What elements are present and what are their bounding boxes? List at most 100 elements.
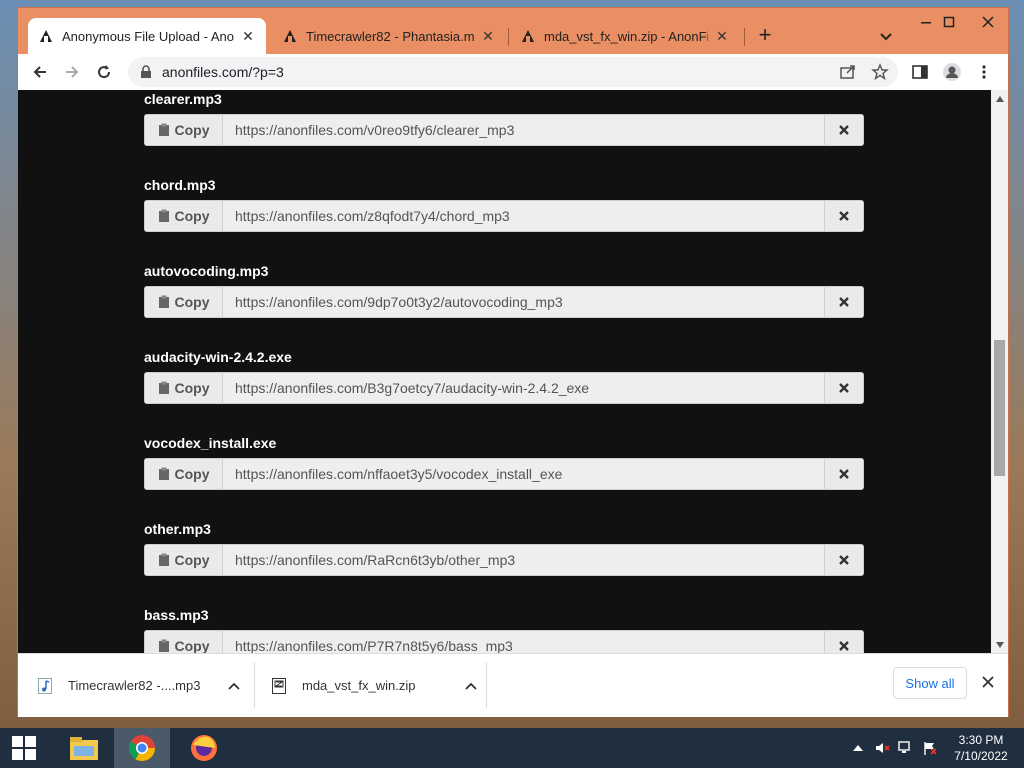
bookmark-star-icon[interactable]: [868, 60, 892, 84]
copy-label: Copy: [174, 380, 210, 396]
chrome-taskbar-icon[interactable]: [114, 728, 170, 768]
system-clock[interactable]: 3:30 PM 7/10/2022: [948, 732, 1014, 764]
firefox-taskbar-icon[interactable]: [176, 728, 232, 768]
close-icon: [839, 297, 849, 307]
tab-timecrawler[interactable]: Timecrawler82 - Phantasia.mp3 - ✕: [272, 18, 506, 54]
scroll-down-arrow-icon[interactable]: [991, 636, 1008, 653]
back-button[interactable]: [28, 60, 52, 84]
link-url-field[interactable]: https://anonfiles.com/B3g7oetcy7/audacit…: [223, 373, 824, 403]
download-item-timecrawler[interactable]: Timecrawler82 -....mp3: [38, 654, 248, 717]
link-url-field[interactable]: https://anonfiles.com/v0reo9tfy6/clearer…: [223, 115, 824, 145]
tab-title: mda_vst_fx_win.zip - AnonFiles: [544, 28, 708, 44]
remove-button[interactable]: [824, 373, 863, 403]
file-entry: other.mp3 Copy https://anonfiles.com/RaR…: [144, 520, 864, 576]
remove-button[interactable]: [824, 287, 863, 317]
show-all-downloads-button[interactable]: Show all: [893, 667, 967, 699]
copy-button[interactable]: Copy: [145, 545, 223, 575]
volume-muted-icon[interactable]: [874, 740, 890, 756]
clipboard-icon: [158, 639, 169, 652]
vertical-scrollbar[interactable]: [991, 90, 1008, 653]
file-name: other.mp3: [144, 521, 211, 537]
new-tab-button[interactable]: +: [753, 24, 777, 46]
file-entry: bass.mp3 Copy https://anonfiles.com/P7R7…: [144, 606, 864, 653]
address-bar[interactable]: anonfiles.com/?p=3: [128, 57, 898, 87]
chevron-up-icon[interactable]: [228, 682, 241, 690]
share-icon[interactable]: [836, 60, 860, 84]
close-icon: [839, 555, 849, 565]
forward-button[interactable]: [60, 60, 84, 84]
clock-time: 3:30 PM: [958, 733, 1004, 747]
tab-anonymous-file-upload[interactable]: Anonymous File Upload - AnonF ✕: [28, 18, 266, 54]
link-url-field[interactable]: https://anonfiles.com/RaRcn6t3yb/other_m…: [223, 545, 824, 575]
download-item-mda-vst-fx-win[interactable]: mda_vst_fx_win.zip: [272, 654, 482, 717]
link-url-field[interactable]: https://anonfiles.com/P7R7n8t5y6/bass_mp…: [223, 631, 824, 653]
reload-icon: [98, 65, 111, 79]
copy-button[interactable]: Copy: [145, 459, 223, 489]
scroll-up-arrow-icon[interactable]: [991, 90, 1008, 107]
link-row: Copy https://anonfiles.com/P7R7n8t5y6/ba…: [144, 630, 864, 653]
file-explorer-icon[interactable]: [56, 728, 112, 768]
tab-separator: [744, 28, 745, 46]
copy-label: Copy: [174, 466, 210, 482]
tab-close-icon[interactable]: ✕: [240, 28, 256, 45]
zip-file-icon: [272, 677, 288, 694]
network-icon[interactable]: [898, 740, 914, 756]
tray-overflow-chevron-up-icon[interactable]: [850, 740, 866, 756]
link-url-field[interactable]: https://anonfiles.com/9dp7o0t3y2/autovoc…: [223, 287, 824, 317]
remove-button[interactable]: [824, 115, 863, 145]
close-icon: [839, 125, 849, 135]
tab-title: Timecrawler82 - Phantasia.mp3 -: [306, 28, 474, 44]
clipboard-icon: [158, 381, 169, 394]
tab-close-icon[interactable]: ✕: [714, 28, 730, 45]
clipboard-icon: [158, 209, 169, 222]
maximize-button[interactable]: [929, 8, 969, 36]
page-content: clearer.mp3 Copy https://anonfiles.com/v…: [18, 90, 991, 653]
copy-label: Copy: [174, 122, 210, 138]
file-name: chord.mp3: [144, 177, 216, 193]
copy-button[interactable]: Copy: [145, 201, 223, 231]
profile-avatar-icon[interactable]: [940, 60, 964, 84]
file-name: vocodex_install.exe: [144, 435, 277, 451]
link-url-field[interactable]: https://anonfiles.com/z8qfodt7y4/chord_m…: [223, 201, 824, 231]
scrollbar-thumb[interactable]: [994, 340, 1005, 476]
copy-button[interactable]: Copy: [145, 115, 223, 145]
close-window-button[interactable]: [968, 8, 1008, 36]
anonfiles-favicon-icon: [282, 28, 298, 44]
file-name: audacity-win-2.4.2.exe: [144, 349, 292, 365]
menu-kebab-icon[interactable]: [972, 60, 996, 84]
copy-button[interactable]: Copy: [145, 373, 223, 403]
remove-button[interactable]: [824, 201, 863, 231]
reload-button[interactable]: [92, 60, 116, 84]
side-panel-icon[interactable]: [908, 60, 932, 84]
browser-toolbar: anonfiles.com/?p=3: [18, 54, 1008, 90]
file-name: autovocoding.mp3: [144, 263, 269, 279]
forward-arrow-icon: [66, 66, 79, 78]
chevron-up-icon[interactable]: [465, 682, 478, 690]
close-download-shelf-icon[interactable]: [978, 672, 998, 692]
link-row: Copy https://anonfiles.com/v0reo9tfy6/cl…: [144, 114, 864, 146]
remove-button[interactable]: [824, 631, 863, 653]
back-arrow-icon: [33, 66, 46, 78]
clipboard-icon: [158, 123, 169, 136]
file-name: clearer.mp3: [144, 91, 222, 107]
remove-button[interactable]: [824, 545, 863, 575]
browser-window: Anonymous File Upload - AnonF ✕ Timecraw…: [18, 8, 1008, 717]
windows-logo-icon: [12, 736, 36, 760]
audio-file-icon: [38, 677, 54, 694]
tab-mda-vst-fx-win[interactable]: mda_vst_fx_win.zip - AnonFiles ✕: [510, 18, 740, 54]
link-row: Copy https://anonfiles.com/B3g7oetcy7/au…: [144, 372, 864, 404]
tab-search-chevron-down-icon[interactable]: [876, 26, 896, 46]
close-icon: [839, 383, 849, 393]
file-entry: chord.mp3 Copy https://anonfiles.com/z8q…: [144, 176, 864, 232]
tab-close-icon[interactable]: ✕: [480, 28, 496, 45]
action-center-flag-icon[interactable]: [922, 740, 938, 756]
close-icon: [839, 469, 849, 479]
start-button[interactable]: [0, 728, 48, 768]
clipboard-icon: [158, 553, 169, 566]
copy-button[interactable]: Copy: [145, 287, 223, 317]
link-url-field[interactable]: https://anonfiles.com/nffaoet3y5/vocodex…: [223, 459, 824, 489]
remove-button[interactable]: [824, 459, 863, 489]
file-entry: autovocoding.mp3 Copy https://anonfiles.…: [144, 262, 864, 318]
copy-button[interactable]: Copy: [145, 631, 223, 653]
close-icon: [839, 641, 849, 651]
